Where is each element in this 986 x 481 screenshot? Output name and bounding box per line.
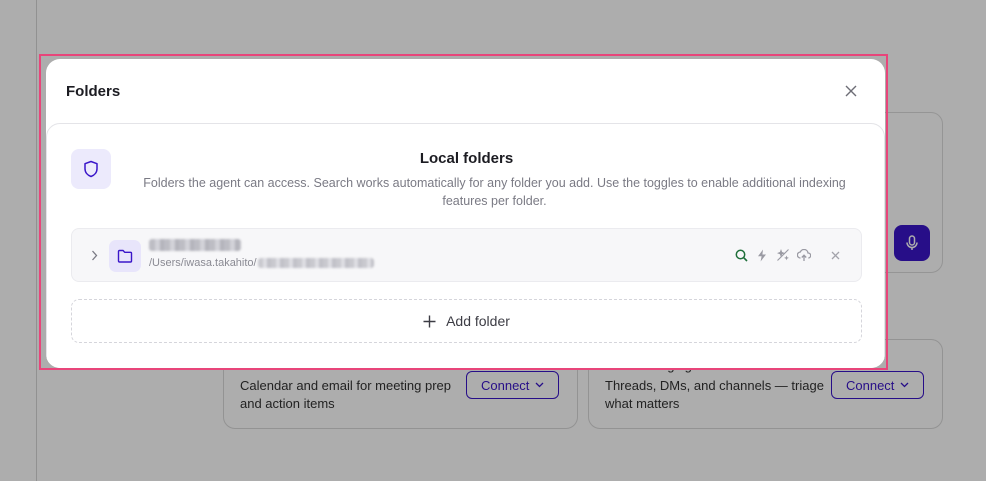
local-folders-panel: Local folders Folders the agent can acce… [46, 123, 885, 368]
expand-toggle[interactable] [86, 247, 102, 263]
remove-folder-button[interactable] [827, 247, 843, 263]
close-icon [845, 85, 857, 97]
chevron-right-icon [91, 250, 97, 260]
search-icon [735, 249, 748, 262]
section-description: Folders the agent can access. Search wor… [143, 176, 846, 208]
folder-name-redacted [149, 239, 241, 251]
add-folder-button[interactable]: Add folder [71, 299, 862, 343]
ai-index-toggle[interactable] [775, 247, 791, 263]
dialog-title: Folders [66, 82, 121, 100]
search-toggle[interactable] [733, 247, 749, 263]
folder-icon [117, 249, 133, 263]
sync-toggle[interactable] [796, 247, 812, 263]
folder-row[interactable]: /Users/iwasa.takahito/ [71, 228, 862, 282]
section-title: Local folders [419, 150, 514, 167]
folder-actions [733, 247, 843, 263]
dialog-header: Folders [46, 59, 885, 123]
folder-path: /Users/iwasa.takahito/ [149, 257, 374, 269]
plus-icon [423, 315, 436, 327]
close-button[interactable] [837, 77, 865, 105]
fast-index-toggle[interactable] [754, 247, 770, 263]
folder-path-prefix: /Users/iwasa.takahito/ [149, 257, 257, 269]
add-folder-label: Add folder [446, 313, 510, 329]
lightning-icon [758, 249, 766, 261]
upload-icon [797, 248, 811, 261]
remove-icon [831, 251, 839, 259]
sparkles-icon [777, 249, 789, 261]
folder-path-redacted [257, 258, 374, 268]
folders-dialog: Folders Local folders Folders the agent … [46, 59, 885, 368]
folder-badge [109, 240, 141, 272]
